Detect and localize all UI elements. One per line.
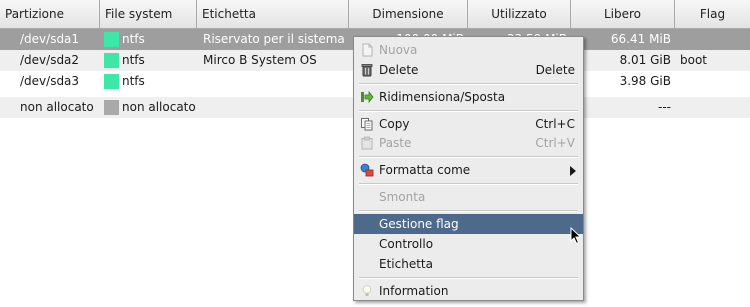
filesystem-cell: ntfs xyxy=(122,74,145,88)
menu-separator xyxy=(359,83,578,85)
menu-item-paste[interactable]: Paste Ctrl+V xyxy=(354,133,583,153)
filesystem-color-swatch xyxy=(104,32,119,47)
menu-item-label: Etichetta xyxy=(379,257,433,271)
menu-separator xyxy=(359,110,578,112)
menu-item-label: Ridimensiona/Sposta xyxy=(379,90,506,104)
menu-item-new[interactable]: Nuova xyxy=(354,40,583,60)
filesystem-color-swatch xyxy=(104,74,119,89)
partition-cell: /dev/sda3 xyxy=(20,74,80,88)
menu-item-label: Nuova xyxy=(379,43,418,57)
menu-item-label: Paste xyxy=(379,136,412,150)
menu-item-accelerator: Ctrl+C xyxy=(535,117,575,131)
filesystem-cell: ntfs xyxy=(122,53,145,67)
menu-item-label: Formatta come xyxy=(379,163,471,177)
submenu-arrow-icon xyxy=(570,166,576,176)
free-cell: 8.01 GiB xyxy=(619,53,671,67)
menu-item-label: Copy xyxy=(379,117,410,131)
menu-separator xyxy=(359,183,578,185)
menu-separator xyxy=(359,156,578,158)
label-cell: Riservato per il sistema xyxy=(203,32,345,46)
trash-icon xyxy=(361,64,373,77)
menu-item-label: Delete xyxy=(379,63,419,77)
partition-cell: non allocato xyxy=(20,100,94,114)
column-header-partition[interactable]: Partizione xyxy=(0,0,100,29)
filesystem-color-swatch xyxy=(104,100,119,115)
menu-item-delete[interactable]: Delete Delete xyxy=(354,60,583,80)
menu-item-label-partition[interactable]: Etichetta xyxy=(354,254,583,274)
mouse-cursor-icon xyxy=(570,227,582,245)
menu-item-copy[interactable]: Copy Ctrl+C xyxy=(354,114,583,134)
context-menu: Nuova Delete Delete Ridimensiona/Sposta … xyxy=(353,36,584,301)
filesystem-cell: ntfs xyxy=(122,32,145,46)
menu-item-resize-move[interactable]: Ridimensiona/Sposta xyxy=(354,87,583,107)
menu-item-accelerator: Delete xyxy=(535,63,575,77)
menu-item-format-as[interactable]: Formatta come xyxy=(354,160,583,180)
new-page-icon xyxy=(362,43,373,57)
menu-item-label: Gestione flag xyxy=(379,217,459,231)
menu-item-label: Controllo xyxy=(379,237,434,251)
info-bulb-icon xyxy=(362,285,372,296)
label-cell: Mirco B System OS xyxy=(203,53,317,67)
column-header-used[interactable]: Utilizzato xyxy=(468,0,571,29)
copy-icon xyxy=(361,118,373,131)
column-header-label[interactable]: Etichetta xyxy=(197,0,349,29)
menu-item-label: Smonta xyxy=(379,190,426,204)
partition-cell: /dev/sda2 xyxy=(20,53,80,67)
paste-icon xyxy=(361,136,373,150)
filesystem-color-swatch xyxy=(104,53,119,68)
resize-arrow-icon xyxy=(361,90,374,104)
partition-cell: /dev/sda1 xyxy=(20,32,80,46)
column-header-free[interactable]: Libero xyxy=(571,0,675,29)
menu-separator xyxy=(359,210,578,212)
free-cell: 3.98 GiB xyxy=(619,74,671,88)
menu-item-check[interactable]: Controllo xyxy=(354,234,583,254)
table-header: Partizione File system Etichetta Dimensi… xyxy=(0,0,750,29)
format-icon xyxy=(360,163,374,177)
menu-item-information[interactable]: Information xyxy=(354,281,583,301)
flags-cell: boot xyxy=(680,53,708,67)
column-header-filesystem[interactable]: File system xyxy=(100,0,197,29)
free-cell: 66.41 MiB xyxy=(610,32,671,46)
filesystem-cell: non allocato xyxy=(122,100,196,114)
menu-separator xyxy=(359,277,578,279)
free-cell: --- xyxy=(658,100,671,114)
menu-item-unmount[interactable]: Smonta xyxy=(354,187,583,207)
column-header-size[interactable]: Dimensione xyxy=(349,0,468,29)
menu-item-accelerator: Ctrl+V xyxy=(535,136,575,150)
menu-item-manage-flags[interactable]: Gestione flag xyxy=(354,214,583,234)
column-header-flags[interactable]: Flag xyxy=(675,0,750,29)
menu-item-label: Information xyxy=(379,284,449,298)
